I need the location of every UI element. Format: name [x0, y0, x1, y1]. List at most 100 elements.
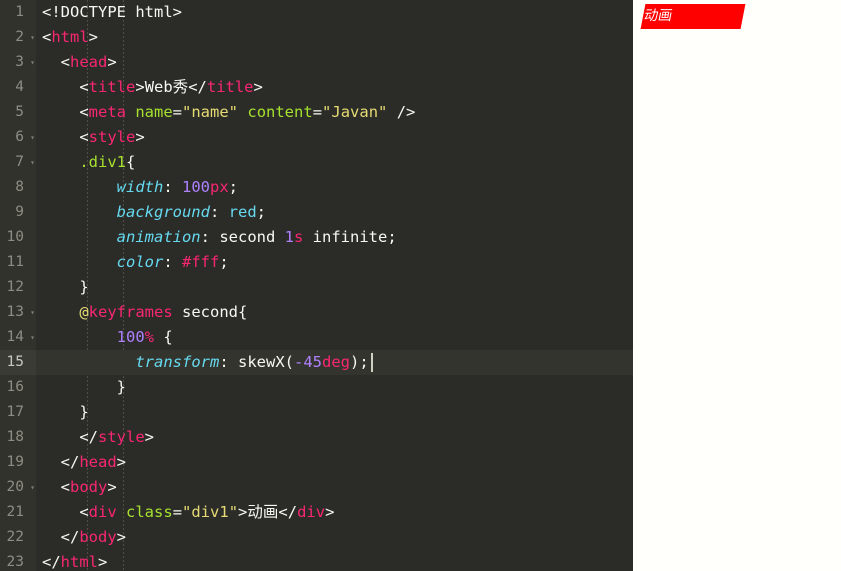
code-line-4[interactable]: <title>Web秀</title>: [36, 75, 633, 100]
line-number: 22: [6, 529, 24, 545]
gutter-line-19[interactable]: 19: [0, 450, 36, 475]
gutter-line-16[interactable]: 16: [0, 375, 36, 400]
code-token: <: [42, 53, 70, 71]
fold-arrow-icon[interactable]: ▾: [30, 150, 35, 175]
gutter-line-2[interactable]: 2 ▾: [0, 25, 36, 50]
gutter-line-23[interactable]: 23: [0, 550, 36, 571]
code-token: 动画: [247, 503, 279, 521]
code-token: ;: [228, 178, 239, 196]
code-line-20[interactable]: <body>: [36, 475, 633, 500]
line-number: 5: [15, 104, 24, 120]
code-token: px: [210, 178, 229, 196]
code-token: class: [126, 503, 173, 521]
fold-arrow-icon[interactable]: ▾: [30, 25, 35, 50]
code-token: Web秀: [144, 78, 189, 96]
code-line-6[interactable]: <style>: [36, 125, 633, 150]
code-token: name: [135, 103, 173, 121]
code-token: >: [116, 528, 126, 546]
code-line-23[interactable]: </html>: [36, 550, 633, 571]
fold-arrow-icon[interactable]: ▾: [30, 325, 35, 350]
gutter-line-5[interactable]: 5: [0, 100, 36, 125]
code-line-16[interactable]: }: [36, 375, 633, 400]
code-token: head: [70, 53, 108, 71]
code-line-21[interactable]: <div class="div1">动画</div>: [36, 500, 633, 525]
code-text-area[interactable]: <!DOCTYPE html> <html> <head> <title>Web秀…: [36, 0, 633, 571]
code-token: {: [154, 328, 173, 346]
line-number: 19: [6, 454, 24, 470]
fold-arrow-icon[interactable]: ▾: [30, 300, 35, 325]
code-token: color: [116, 253, 164, 271]
code-token: </: [278, 503, 298, 521]
gutter-line-18[interactable]: 18: [0, 425, 36, 450]
code-token: >: [107, 53, 117, 71]
gutter-line-3[interactable]: 3 ▾: [0, 50, 36, 75]
code-token: =: [172, 503, 183, 521]
gutter-line-6[interactable]: 6 ▾: [0, 125, 36, 150]
code-token: </: [42, 453, 80, 471]
line-number: 2: [15, 29, 24, 45]
code-line-1[interactable]: <!DOCTYPE html>: [36, 0, 633, 25]
code-token: deg: [322, 353, 350, 371]
code-line-8[interactable]: width: 100px;: [36, 175, 633, 200]
code-line-9[interactable]: background: red;: [36, 200, 633, 225]
code-token: </: [42, 528, 80, 546]
code-line-7[interactable]: .div1{: [36, 150, 633, 175]
code-editor-pane[interactable]: 1 2 ▾ 3 ▾ 4 5 6 ▾ 7 ▾ 8 9 10 11 12 13 ▾ 14 ▾ 15 16 17 18 19 20 ▾ 21…: [0, 0, 633, 571]
code-token: width: [116, 178, 164, 196]
line-number: 15: [6, 354, 24, 370]
gutter-line-21[interactable]: 21: [0, 500, 36, 525]
line-number: 11: [6, 254, 24, 270]
gutter-line-12[interactable]: 12: [0, 275, 36, 300]
code-token: style: [98, 428, 145, 446]
fold-arrow-icon[interactable]: ▾: [30, 50, 35, 75]
gutter-line-17[interactable]: 17: [0, 400, 36, 425]
gutter-line-4[interactable]: 4: [0, 75, 36, 100]
line-number: 7: [15, 154, 24, 170]
gutter-line-10[interactable]: 10: [0, 225, 36, 250]
code-line-14[interactable]: 100% {: [36, 325, 633, 350]
line-number: 6: [15, 129, 24, 145]
code-token: "Javan": [322, 103, 388, 121]
code-token: %: [144, 328, 154, 346]
code-token: :: [219, 353, 238, 371]
code-token: >: [253, 78, 263, 96]
code-token: >: [116, 453, 126, 471]
code-line-3[interactable]: <head>: [36, 50, 633, 75]
gutter-line-13[interactable]: 13 ▾: [0, 300, 36, 325]
gutter-line-1[interactable]: 1: [0, 0, 36, 25]
gutter-line-15[interactable]: 15: [0, 350, 36, 375]
code-line-5[interactable]: <meta name="name" content="Javan" />: [36, 100, 633, 125]
code-token: );: [350, 353, 369, 371]
code-token: </: [42, 428, 98, 446]
code-line-11[interactable]: color: #fff;: [36, 250, 633, 275]
code-line-10[interactable]: animation: second 1s infinite;: [36, 225, 633, 250]
code-token: head: [79, 453, 117, 471]
line-number: 20: [6, 479, 24, 495]
code-line-18[interactable]: </style>: [36, 425, 633, 450]
code-line-13[interactable]: @keyframes second{: [36, 300, 633, 325]
code-token: 1: [284, 228, 294, 246]
line-number-gutter[interactable]: 1 2 ▾ 3 ▾ 4 5 6 ▾ 7 ▾ 8 9 10 11 12 13 ▾ 14 ▾ 15 16 17 18 19 20 ▾ 21…: [0, 0, 36, 571]
gutter-line-7[interactable]: 7 ▾: [0, 150, 36, 175]
code-line-2[interactable]: <html>: [36, 25, 633, 50]
code-line-17[interactable]: }: [36, 400, 633, 425]
fold-arrow-icon[interactable]: ▾: [30, 475, 35, 500]
code-line-19[interactable]: </head>: [36, 450, 633, 475]
gutter-line-22[interactable]: 22: [0, 525, 36, 550]
code-token: content: [247, 103, 313, 121]
code-line-12[interactable]: }: [36, 275, 633, 300]
gutter-line-20[interactable]: 20 ▾: [0, 475, 36, 500]
code-line-15[interactable]: transform: skewX(-45deg);: [36, 350, 633, 375]
gutter-line-11[interactable]: 11: [0, 250, 36, 275]
fold-arrow-icon[interactable]: ▾: [30, 125, 35, 150]
live-preview-pane[interactable]: 动画: [633, 0, 841, 571]
gutter-line-14[interactable]: 14 ▾: [0, 325, 36, 350]
gutter-line-8[interactable]: 8: [0, 175, 36, 200]
gutter-line-9[interactable]: 9: [0, 200, 36, 225]
code-line-22[interactable]: </body>: [36, 525, 633, 550]
